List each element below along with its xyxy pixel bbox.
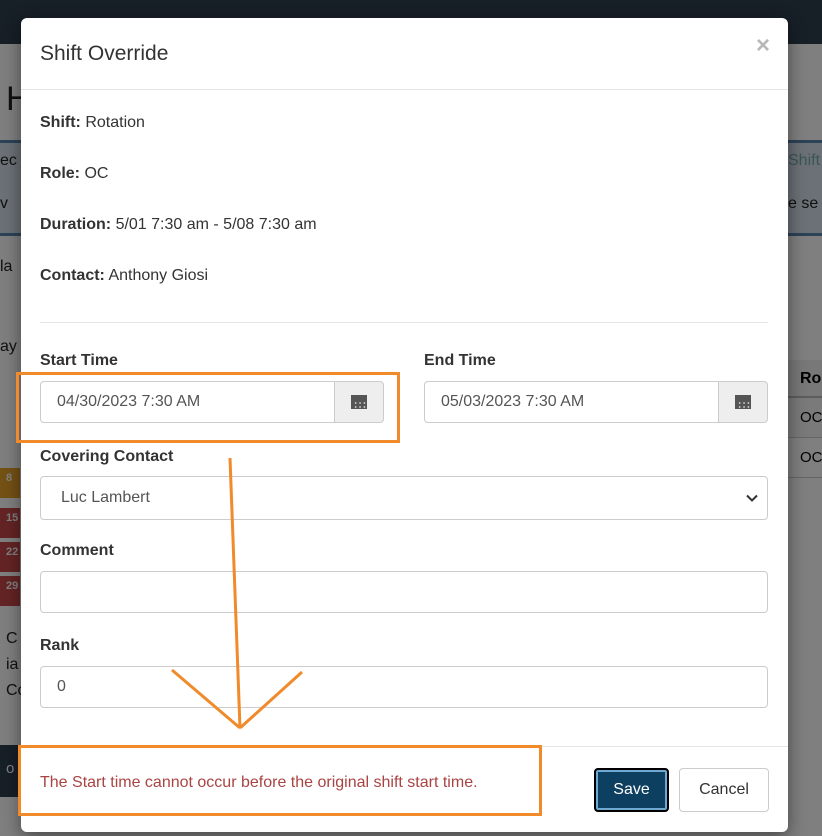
info-duration: Duration: 5/01 7:30 am - 5/08 7:30 am — [40, 216, 317, 234]
close-icon[interactable]: × — [756, 34, 770, 58]
info-label: Shift: — [40, 114, 81, 131]
covering-contact-label: Covering Contact — [40, 448, 174, 465]
info-role: Role: OC — [40, 165, 108, 183]
modal-header: Shift Override × — [21, 18, 788, 90]
annotation-highlight-start-time — [16, 372, 400, 443]
rank-label: Rank — [40, 637, 80, 654]
save-button[interactable]: Save — [594, 768, 669, 812]
cancel-button[interactable]: Cancel — [679, 768, 769, 812]
comment-input[interactable] — [40, 571, 768, 613]
info-value: Anthony Giosi — [108, 267, 209, 284]
end-time-label: End Time — [424, 352, 496, 369]
info-shift: Shift: Rotation — [40, 114, 145, 132]
covering-contact-value: Luc Lambert — [61, 489, 150, 506]
info-value: Rotation — [85, 114, 145, 131]
section-divider — [40, 322, 768, 323]
info-value: OC — [84, 165, 109, 182]
info-label: Contact: — [40, 267, 105, 284]
rank-input[interactable]: 0 — [40, 666, 768, 708]
annotation-highlight-error — [18, 745, 542, 816]
info-value: 5/01 7:30 am - 5/08 7:30 am — [115, 216, 317, 233]
covering-contact-select[interactable]: Luc Lambert — [40, 476, 768, 520]
info-label: Role: — [40, 165, 80, 182]
info-label: Duration: — [40, 216, 112, 233]
end-time-input[interactable]: 05/03/2023 7:30 AM — [424, 381, 718, 423]
chevron-down-icon — [746, 494, 758, 502]
info-contact: Contact: Anthony Giosi — [40, 267, 208, 285]
end-time-group: 05/03/2023 7:30 AM — [424, 381, 768, 423]
comment-label: Comment — [40, 542, 114, 559]
start-time-label: Start Time — [40, 352, 118, 369]
modal-title: Shift Override — [40, 42, 169, 65]
end-time-calendar-button[interactable] — [718, 381, 768, 423]
calendar-icon — [735, 395, 751, 409]
